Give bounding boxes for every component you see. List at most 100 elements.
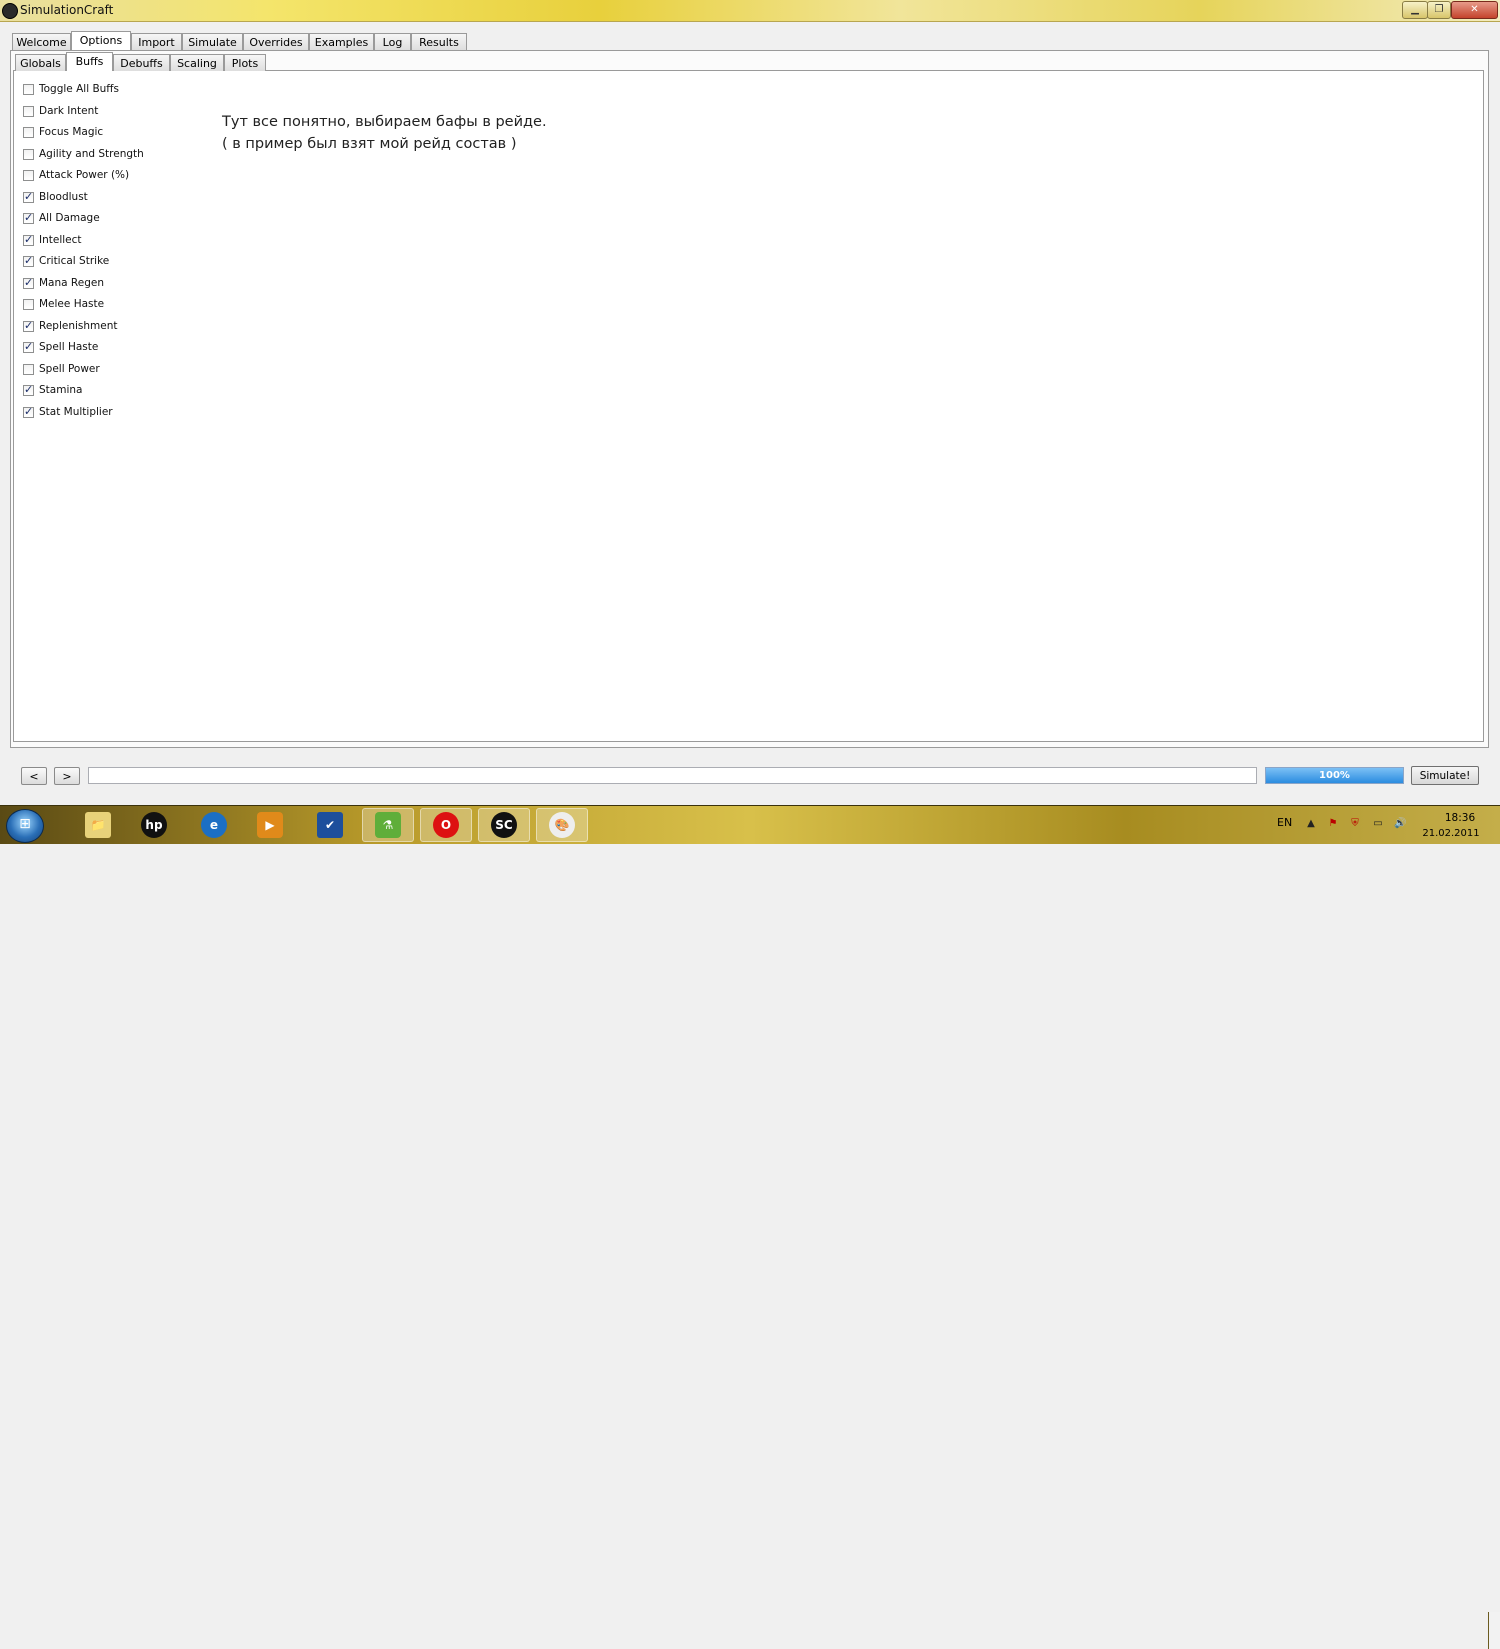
checkbox-stamina[interactable]: Stamina bbox=[23, 382, 82, 398]
checkbox-focus-magic[interactable]: Focus Magic bbox=[23, 124, 103, 140]
checkbox-spell-power[interactable]: Spell Power bbox=[23, 361, 100, 377]
close-button[interactable]: ✕ bbox=[1451, 1, 1498, 19]
simulate-button[interactable]: Simulate! bbox=[1411, 766, 1479, 785]
checkbox-box[interactable] bbox=[23, 298, 34, 310]
tab-examples[interactable]: Examples bbox=[309, 33, 374, 50]
checkbox-box[interactable] bbox=[23, 83, 34, 95]
checkbox-mana-regen[interactable]: Mana Regen bbox=[23, 275, 104, 291]
checkbox-label: Dark Intent bbox=[39, 105, 99, 117]
green-app-icon: ⚗ bbox=[375, 812, 401, 838]
taskbar-button-green-app[interactable]: ⚗ bbox=[362, 808, 414, 842]
start-button[interactable]: ⊞ bbox=[6, 809, 44, 843]
tab-import[interactable]: Import bbox=[131, 33, 182, 50]
checkbox-replenishment[interactable]: Replenishment bbox=[23, 318, 117, 334]
clock-date[interactable]: 21.02.2011 bbox=[1420, 828, 1482, 839]
checkbox-label: Spell Haste bbox=[39, 341, 99, 353]
checkbox-label: Stat Multiplier bbox=[39, 406, 113, 418]
checkbox-attack-power[interactable]: Attack Power (%) bbox=[23, 167, 129, 183]
checkbox-melee-haste[interactable]: Melee Haste bbox=[23, 296, 104, 312]
explorer-icon: 📁 bbox=[85, 812, 111, 838]
checkbox-box[interactable] bbox=[23, 319, 34, 332]
tab-overrides[interactable]: Overrides bbox=[243, 33, 309, 50]
checkbox-box[interactable] bbox=[23, 126, 34, 138]
checkbox-box[interactable] bbox=[23, 254, 34, 267]
language-indicator[interactable]: EN bbox=[1277, 816, 1292, 829]
command-input[interactable] bbox=[88, 767, 1257, 784]
forward-button[interactable]: > bbox=[54, 767, 80, 785]
checkbox-label: Toggle All Buffs bbox=[39, 83, 120, 95]
simulationcraft-icon: SC bbox=[491, 812, 517, 838]
progress-text: 100% bbox=[1319, 770, 1350, 781]
taskbar-button-opera[interactable]: O bbox=[420, 808, 472, 842]
taskbar-button-internet-explorer[interactable]: e bbox=[188, 808, 240, 842]
tab-welcome[interactable]: Welcome bbox=[12, 33, 71, 50]
checkbox-label: Mana Regen bbox=[39, 277, 104, 289]
security-icon[interactable]: ⛨ bbox=[1349, 818, 1361, 830]
buffs-pane bbox=[13, 70, 1484, 742]
checkbox-all-damage[interactable]: All Damage bbox=[23, 210, 100, 226]
back-button[interactable]: < bbox=[21, 767, 47, 785]
checkbox-box[interactable] bbox=[23, 383, 34, 396]
clock-time[interactable]: 18:36 bbox=[1437, 812, 1483, 824]
window-title: SimulationCraft bbox=[20, 3, 114, 17]
checkbox-spell-haste[interactable]: Spell Haste bbox=[23, 339, 98, 355]
checkmark-app-icon: ✔ bbox=[317, 812, 343, 838]
taskbar-button-media-player[interactable]: ▶ bbox=[244, 808, 296, 842]
paint-icon: 🎨 bbox=[549, 812, 575, 838]
title-bar: SimulationCraft ▁ ❐ ✕ bbox=[0, 0, 1500, 22]
tab-simulate[interactable]: Simulate bbox=[182, 33, 243, 50]
checkbox-label: Attack Power (%) bbox=[39, 169, 130, 181]
checkbox-box[interactable] bbox=[23, 148, 34, 160]
taskbar-button-simulationcraft[interactable]: SC bbox=[478, 808, 530, 842]
checkbox-label: Stamina bbox=[39, 384, 83, 396]
taskbar-button-checkmark-app[interactable]: ✔ bbox=[304, 808, 356, 842]
checkbox-box[interactable] bbox=[23, 211, 34, 224]
checkbox-intellect[interactable]: Intellect bbox=[23, 232, 82, 248]
volume-icon[interactable]: 🔊 bbox=[1394, 818, 1406, 830]
checkbox-label: Focus Magic bbox=[39, 126, 104, 138]
tab-scaling[interactable]: Scaling bbox=[170, 54, 224, 71]
taskbar-button-hp[interactable]: hp bbox=[128, 808, 180, 842]
checkbox-box[interactable] bbox=[23, 405, 34, 418]
tab-options[interactable]: Options bbox=[71, 31, 131, 50]
show-desktop-button[interactable] bbox=[1488, 1612, 1500, 1649]
checkbox-label: Intellect bbox=[39, 234, 82, 246]
checkbox-box[interactable] bbox=[23, 363, 34, 375]
flag-icon[interactable]: ⚑ bbox=[1327, 818, 1339, 830]
windows-logo-icon: ⊞ bbox=[19, 816, 31, 832]
checkbox-label: All Damage bbox=[39, 212, 100, 224]
checkbox-box[interactable] bbox=[23, 169, 34, 181]
checkbox-agility-and-strength[interactable]: Agility and Strength bbox=[23, 146, 144, 162]
checkbox-box[interactable] bbox=[23, 105, 34, 117]
taskbar-button-paint[interactable]: 🎨 bbox=[536, 808, 588, 842]
checkbox-label: Spell Power bbox=[39, 363, 100, 375]
taskbar-button-explorer[interactable]: 📁 bbox=[72, 808, 124, 842]
checkbox-label: Bloodlust bbox=[39, 191, 88, 203]
checkbox-toggle-all-buffs[interactable]: Toggle All Buffs bbox=[23, 81, 119, 97]
tab-results[interactable]: Results bbox=[411, 33, 467, 50]
tab-globals[interactable]: Globals bbox=[15, 54, 66, 71]
hp-icon: hp bbox=[141, 812, 167, 838]
app-icon bbox=[2, 3, 18, 19]
tab-plots[interactable]: Plots bbox=[224, 54, 266, 71]
checkbox-box[interactable] bbox=[23, 190, 34, 203]
tray-expand-icon[interactable]: ▲ bbox=[1305, 818, 1317, 830]
checkbox-label: Replenishment bbox=[39, 320, 118, 332]
annotation-text: Тут все понятно, выбираем бафы в рейде. … bbox=[222, 111, 547, 155]
checkbox-stat-multiplier[interactable]: Stat Multiplier bbox=[23, 404, 113, 420]
checkbox-label: Critical Strike bbox=[39, 255, 110, 267]
checkbox-box[interactable] bbox=[23, 233, 34, 246]
checkbox-critical-strike[interactable]: Critical Strike bbox=[23, 253, 109, 269]
minimize-button[interactable]: ▁ bbox=[1402, 1, 1428, 19]
tab-debuffs[interactable]: Debuffs bbox=[113, 54, 170, 71]
network-icon[interactable]: ▭ bbox=[1372, 818, 1384, 830]
checkbox-bloodlust[interactable]: Bloodlust bbox=[23, 189, 88, 205]
internet-explorer-icon: e bbox=[201, 812, 227, 838]
maximize-button[interactable]: ❐ bbox=[1427, 1, 1451, 19]
checkbox-dark-intent[interactable]: Dark Intent bbox=[23, 103, 98, 119]
checkbox-box[interactable] bbox=[23, 340, 34, 353]
checkbox-box[interactable] bbox=[23, 276, 34, 289]
tab-log[interactable]: Log bbox=[374, 33, 411, 50]
tab-buffs[interactable]: Buffs bbox=[66, 52, 113, 71]
opera-icon: O bbox=[433, 812, 459, 838]
